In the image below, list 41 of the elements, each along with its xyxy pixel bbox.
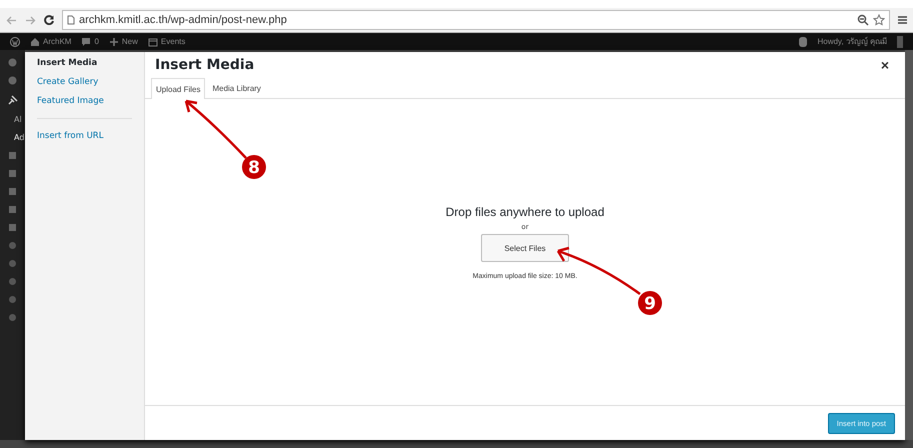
close-button[interactable]: × <box>874 57 895 73</box>
star-icon[interactable] <box>873 14 885 26</box>
admin-bar-item[interactable]: ArchKM <box>30 36 72 46</box>
upload-heading: Drop files anywhere to upload <box>446 205 604 219</box>
admin-bar-label[interactable]: Events <box>160 37 186 46</box>
admin-bar-item[interactable]: Events <box>148 36 186 46</box>
admin-bar-label[interactable]: 0 <box>94 37 99 46</box>
zoom-icon[interactable] <box>857 14 869 26</box>
calendar-icon <box>148 36 158 46</box>
back-icon[interactable] <box>6 16 17 24</box>
menu-text[interactable]: Al <box>0 115 22 124</box>
forward-icon[interactable] <box>25 16 36 24</box>
tab[interactable]: Media Library <box>207 78 266 98</box>
sidebar-link[interactable]: Featured Image <box>37 96 132 106</box>
page-icon <box>67 15 75 25</box>
avatar-icon[interactable] <box>897 36 903 48</box>
plus-icon <box>108 36 119 46</box>
admin-bar-item[interactable]: New <box>108 36 138 46</box>
menu-text[interactable]: Ad <box>0 133 24 142</box>
step-marker: 8 <box>242 155 266 179</box>
menu-icon[interactable] <box>898 15 907 25</box>
modal-title: Insert Media <box>155 57 254 73</box>
admin-bar-item[interactable]: 0 <box>81 36 99 46</box>
sidebar-link[interactable]: Insert Media <box>37 58 132 68</box>
sidebar-link[interactable]: Create Gallery <box>37 77 132 87</box>
url-text: archkm.kmitl.ac.th/wp-admin/post-new.php <box>79 14 287 26</box>
admin-bar-label[interactable]: ArchKM <box>43 37 72 46</box>
address-bar[interactable]: archkm.kmitl.ac.th/wp-admin/post-new.php <box>62 10 890 30</box>
house-icon <box>30 36 40 46</box>
greeting-text[interactable]: Howdy, วรัญญ์ คุณมี <box>817 35 887 48</box>
pin-icon[interactable] <box>6 94 18 106</box>
select-files-button[interactable]: Select Files <box>481 234 569 262</box>
tab[interactable]: Upload Files <box>151 78 206 99</box>
step-marker: 9 <box>638 291 662 315</box>
annotation-arrow <box>184 100 247 159</box>
wordpress-logo-icon[interactable] <box>10 36 20 46</box>
reload-icon[interactable] <box>44 15 54 25</box>
badge-icon[interactable] <box>799 36 808 46</box>
admin-bar-label[interactable]: New <box>122 37 138 46</box>
sidebar-link[interactable]: Insert from URL <box>37 131 132 141</box>
speech-bubble-icon <box>81 36 92 46</box>
